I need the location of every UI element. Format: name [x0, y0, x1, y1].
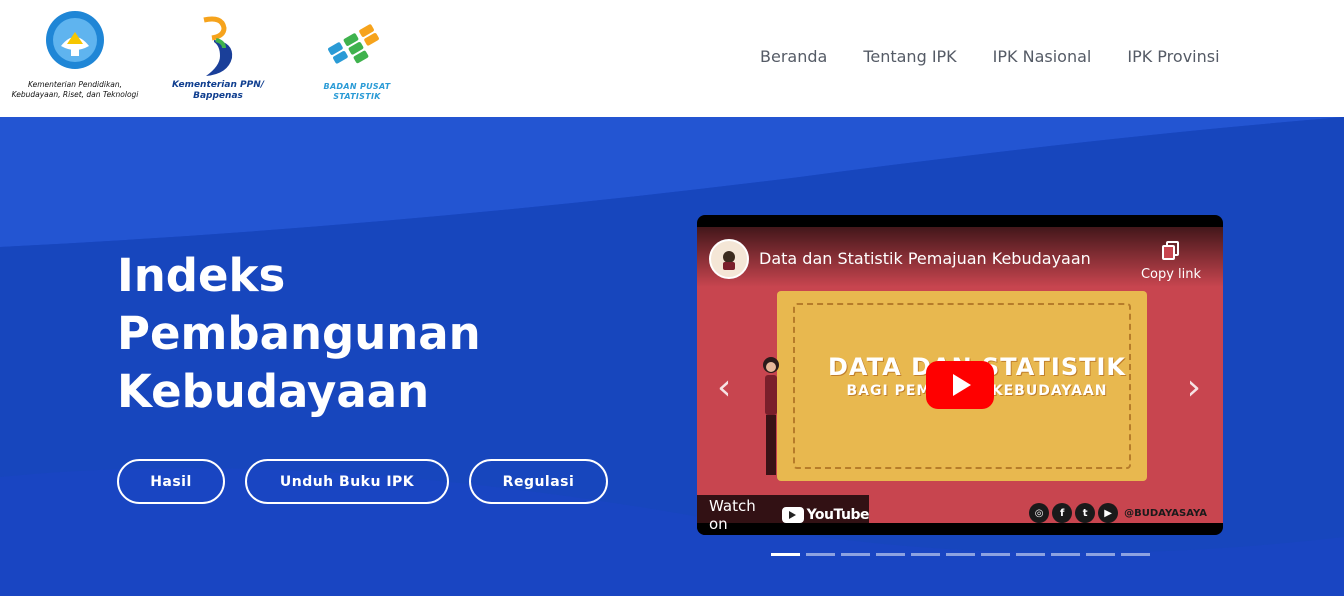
carousel-indicator[interactable]	[946, 553, 975, 556]
video-title[interactable]: Data dan Statistik Pemajuan Kebudayaan	[759, 249, 1091, 268]
nav-beranda[interactable]: Beranda	[760, 47, 827, 66]
video-next-arrow-icon[interactable]: ›	[1187, 367, 1201, 408]
youtube-icon: ▶	[1098, 503, 1119, 523]
video-top-bar: Data dan Statistik Pemajuan Kebudayaan C…	[697, 227, 1223, 287]
carousel-indicator[interactable]	[1016, 553, 1045, 556]
regulasi-button[interactable]: Regulasi	[469, 459, 608, 504]
kemdikbud-caption-line-2: Kebudayaan, Riset, dan Teknologi	[11, 90, 139, 99]
hasil-button[interactable]: Hasil	[117, 459, 225, 504]
bps-logo[interactable]: BADAN PUSAT STATISTIK	[300, 22, 414, 102]
carousel-indicator[interactable]	[806, 553, 835, 556]
youtube-logo: YouTube	[781, 507, 870, 523]
bps-caption: BADAN PUSAT STATISTIK	[323, 82, 391, 101]
carousel-indicator[interactable]	[841, 553, 870, 556]
twitter-icon: t	[1075, 503, 1096, 523]
facebook-icon: f	[1052, 503, 1073, 523]
nav-tentang-ipk[interactable]: Tentang IPK	[863, 47, 956, 66]
instagram-icon: ◎	[1029, 503, 1050, 523]
carousel-indicator[interactable]	[1121, 553, 1150, 556]
character-illustration-icon	[763, 357, 779, 475]
carousel-indicator[interactable]	[771, 553, 800, 556]
tut-wuri-handayani-icon	[46, 11, 104, 69]
hero-title-line-3: Kebudayaan	[117, 365, 430, 418]
hero-section: Indeks Pembangunan Kebudayaan Hasil Undu…	[0, 117, 1344, 596]
video-thumbnail[interactable]: DATA DAN STATISTIK BAGI PEMAJUAN KEBUDAY…	[697, 227, 1223, 535]
unduh-buku-ipk-button[interactable]: Unduh Buku IPK	[245, 459, 449, 504]
bps-icon	[328, 24, 379, 64]
site-header: Kementerian Pendidikan, Kebudayaan, Rise…	[0, 0, 1344, 117]
nav-ipk-provinsi[interactable]: IPK Provinsi	[1127, 47, 1219, 66]
kemdikbud-caption-line-1: Kementerian Pendidikan,	[27, 80, 123, 89]
carousel-indicator[interactable]	[981, 553, 1010, 556]
carousel-indicator[interactable]	[1051, 553, 1080, 556]
channel-avatar[interactable]	[709, 239, 749, 279]
video-embed[interactable]: DATA DAN STATISTIK BAGI PEMAJUAN KEBUDAY…	[697, 215, 1223, 535]
youtube-wordmark: YouTube	[806, 507, 870, 523]
watch-on-label: Watch on	[709, 497, 756, 533]
carousel-indicator[interactable]	[876, 553, 905, 556]
nav-ipk-nasional[interactable]: IPK Nasional	[993, 47, 1092, 66]
main-nav: Beranda Tentang IPK IPK Nasional IPK Pro…	[760, 47, 1220, 66]
bappenas-icon	[203, 16, 233, 76]
copy-link-label: Copy link	[1140, 267, 1202, 282]
bappenas-logo[interactable]: Kementerian PPN/ Bappenas	[168, 16, 268, 102]
copy-link-button[interactable]: Copy link	[1139, 241, 1203, 283]
carousel-indicator[interactable]	[1086, 553, 1115, 556]
social-row: ◎ f t ▶ @BUDAYASAYA	[1029, 503, 1207, 523]
kemdikbud-logo[interactable]: Kementerian Pendidikan, Kebudayaan, Rise…	[10, 10, 140, 100]
play-icon	[953, 374, 971, 396]
video-prev-arrow-icon[interactable]: ‹	[717, 367, 731, 408]
hero-title-line-1: Indeks	[117, 249, 286, 302]
play-button[interactable]	[926, 361, 994, 409]
youtube-play-icon	[781, 507, 804, 523]
carousel-indicator[interactable]	[911, 553, 940, 556]
social-handle: @BUDAYASAYA	[1124, 507, 1207, 519]
channel-logo-icon	[723, 251, 735, 270]
copy-icon	[1162, 241, 1179, 260]
bappenas-caption-line-1: Kementerian PPN/	[171, 80, 265, 90]
hero-title: Indeks Pembangunan Kebudayaan	[117, 247, 637, 421]
bappenas-caption-line-2: Bappenas	[193, 91, 243, 101]
watch-on-youtube-button[interactable]: Watch on YouTube	[697, 495, 870, 535]
hero-title-line-2: Pembangunan	[117, 307, 481, 360]
carousel-indicators	[771, 553, 1150, 556]
